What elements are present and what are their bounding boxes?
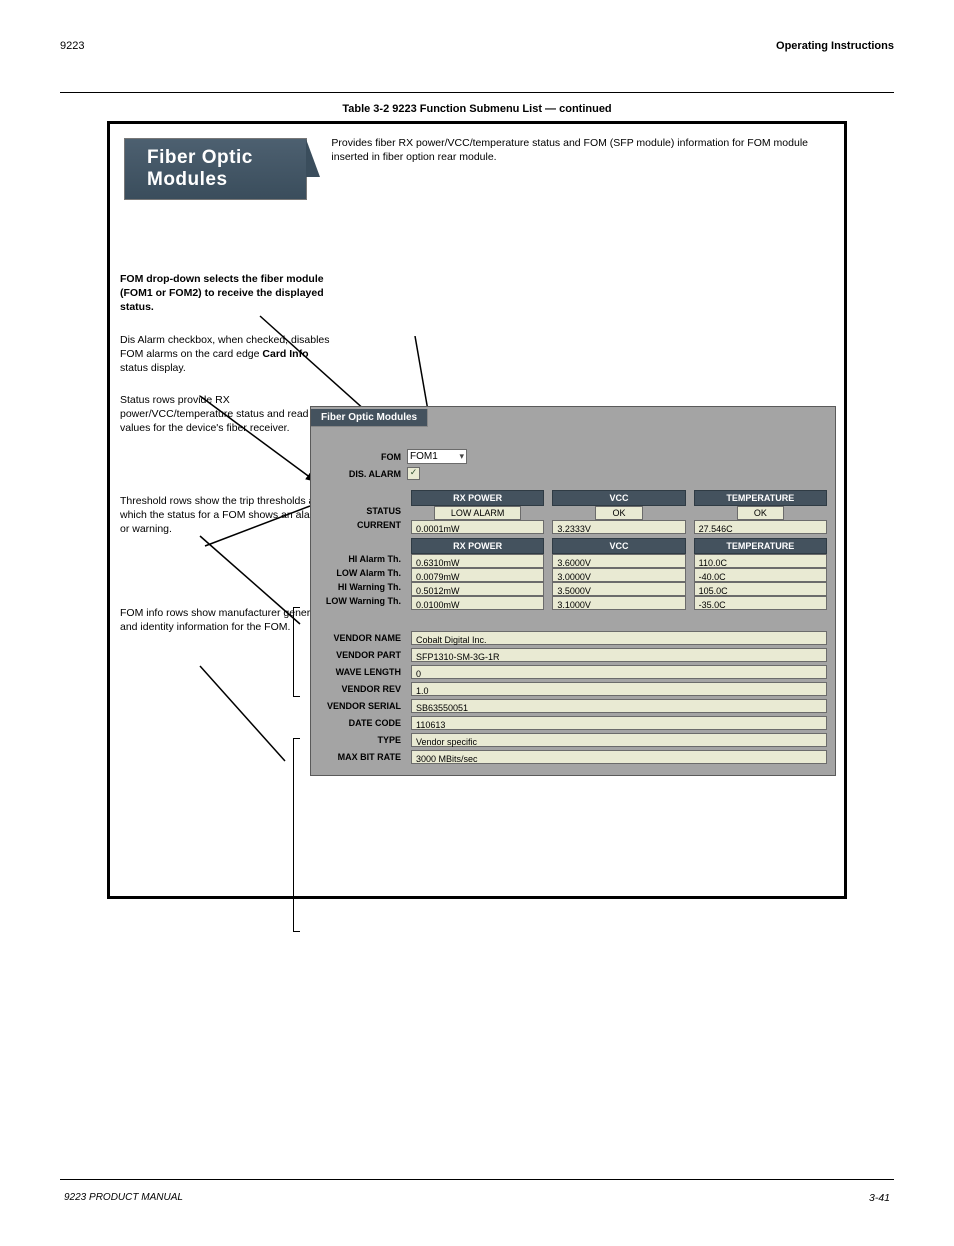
vendor-name: Cobalt Digital Inc.: [411, 631, 827, 645]
current-vcc: 3.2333V: [552, 520, 685, 534]
label-max-bit-rate: MAX BIT RATE: [315, 752, 407, 762]
fom-select[interactable]: FOM1 ▾: [407, 449, 467, 464]
hi-alarm-vcc: 3.6000V: [552, 554, 685, 568]
label-hi-alarm: HI Alarm Th.: [315, 554, 407, 568]
low-alarm-rx: 0.0079mW: [411, 568, 544, 582]
col-vcc: VCC: [552, 490, 685, 506]
col-temperature: TEMPERATURE: [694, 490, 827, 506]
label-low-warn: LOW Warning Th.: [315, 596, 407, 610]
section-subtitle: Provides fiber RX power/VCC/temperature …: [307, 124, 844, 164]
callout-2c: status display.: [120, 362, 186, 374]
col2-temperature: TEMPERATURE: [694, 538, 827, 554]
label-current: CURRENT: [315, 520, 407, 534]
callout-3: Status rows provide RX power/VCC/tempera…: [120, 394, 309, 434]
hi-warn-vcc: 3.5000V: [552, 582, 685, 596]
label-status: STATUS: [315, 506, 407, 520]
product-code: 9223: [60, 40, 84, 52]
label-low-alarm: LOW Alarm Th.: [315, 568, 407, 582]
current-temp: 27.546C: [694, 520, 827, 534]
callout-1: FOM drop-down selects the fiber module (…: [120, 273, 324, 313]
label-vendor-rev: VENDOR REV: [315, 684, 407, 694]
label-fom: FOM: [315, 452, 407, 462]
vendor-part: SFP1310-SM-3G-1R: [411, 648, 827, 662]
vendor-serial: SB63550051: [411, 699, 827, 713]
status-vcc: OK: [595, 506, 642, 520]
vendor-rev: 1.0: [411, 682, 827, 696]
hi-alarm-temp: 110.0C: [694, 554, 827, 568]
hi-warn-temp: 105.0C: [694, 582, 827, 596]
panel-tab[interactable]: Fiber Optic Modules: [311, 409, 428, 427]
label-dis-alarm: DIS. ALARM: [315, 469, 407, 479]
col2-rx-power: RX POWER: [411, 538, 544, 554]
label-date-code: DATE CODE: [315, 718, 407, 728]
label-type: TYPE: [315, 735, 407, 745]
status-rx: LOW ALARM: [434, 506, 522, 520]
type: Vendor specific: [411, 733, 827, 747]
dis-alarm-checkbox[interactable]: ✓: [407, 467, 420, 480]
footer-left: 9223 PRODUCT MANUAL: [64, 1192, 183, 1204]
status-temp: OK: [737, 506, 784, 520]
callout-4: Threshold rows show the trip thresholds …: [120, 495, 322, 535]
table-heading: Table 3-2 9223 Function Submenu List — c…: [60, 103, 894, 115]
fom-select-value: FOM1: [410, 451, 438, 462]
label-wave-length: WAVE LENGTH: [315, 667, 407, 677]
col-rx-power: RX POWER: [411, 490, 544, 506]
hi-alarm-rx: 0.6310mW: [411, 554, 544, 568]
current-rx: 0.0001mW: [411, 520, 544, 534]
chevron-down-icon: ▾: [459, 451, 464, 462]
callout-2b: Card Info: [262, 348, 308, 360]
label-vendor-name: VENDOR NAME: [315, 633, 407, 643]
callouts: FOM drop-down selects the fiber module (…: [120, 206, 330, 652]
low-warn-temp: -35.0C: [694, 596, 827, 610]
callout-5: FOM info rows show manufacturer general …: [120, 607, 318, 633]
label-vendor-serial: VENDOR SERIAL: [315, 701, 407, 711]
fom-panel: Fiber Optic Modules FOM FOM1 ▾ DIS. ALAR…: [310, 406, 836, 776]
hi-warn-rx: 0.5012mW: [411, 582, 544, 596]
figure-box: Fiber Optic Modules Provides fiber RX po…: [107, 121, 847, 899]
low-alarm-vcc: 3.0000V: [552, 568, 685, 582]
col2-vcc: VCC: [552, 538, 685, 554]
date-code: 110613: [411, 716, 827, 730]
low-warn-rx: 0.0100mW: [411, 596, 544, 610]
page-number: 3-41: [869, 1192, 890, 1204]
low-warn-vcc: 3.1000V: [552, 596, 685, 610]
label-vendor-part: VENDOR PART: [315, 650, 407, 660]
breadcrumb: Operating Instructions: [776, 40, 894, 52]
section-title-tab: Fiber Optic Modules: [124, 138, 307, 200]
wave-length: 0: [411, 665, 827, 679]
low-alarm-temp: -40.0C: [694, 568, 827, 582]
label-hi-warn: HI Warning Th.: [315, 582, 407, 596]
max-bit-rate: 3000 MBits/sec: [411, 750, 827, 764]
